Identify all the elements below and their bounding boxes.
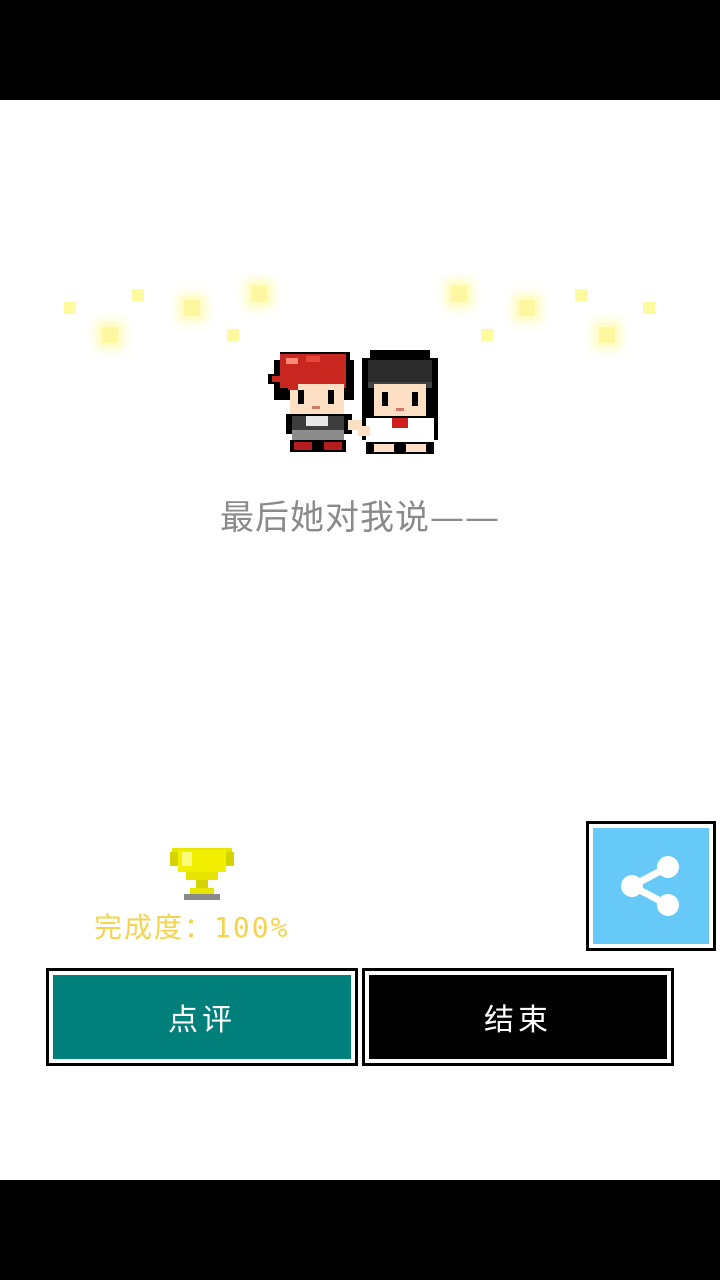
pixel-couple-illustration — [268, 350, 438, 454]
story-message: 最后她对我说—— — [220, 498, 500, 538]
trophy-icon — [170, 848, 234, 900]
share-button[interactable] — [586, 821, 716, 951]
boy-character — [268, 352, 362, 452]
review-button[interactable]: 点评 — [46, 968, 358, 1066]
end-button-label: 结束 — [365, 971, 671, 1063]
top-letterbox — [0, 0, 720, 100]
end-button[interactable]: 结束 — [362, 968, 674, 1066]
bottom-letterbox — [0, 1180, 720, 1280]
girl-character — [358, 350, 438, 454]
completion-label: 完成度：100% — [94, 911, 290, 944]
share-icon — [621, 856, 679, 916]
review-button-label: 点评 — [49, 971, 355, 1063]
